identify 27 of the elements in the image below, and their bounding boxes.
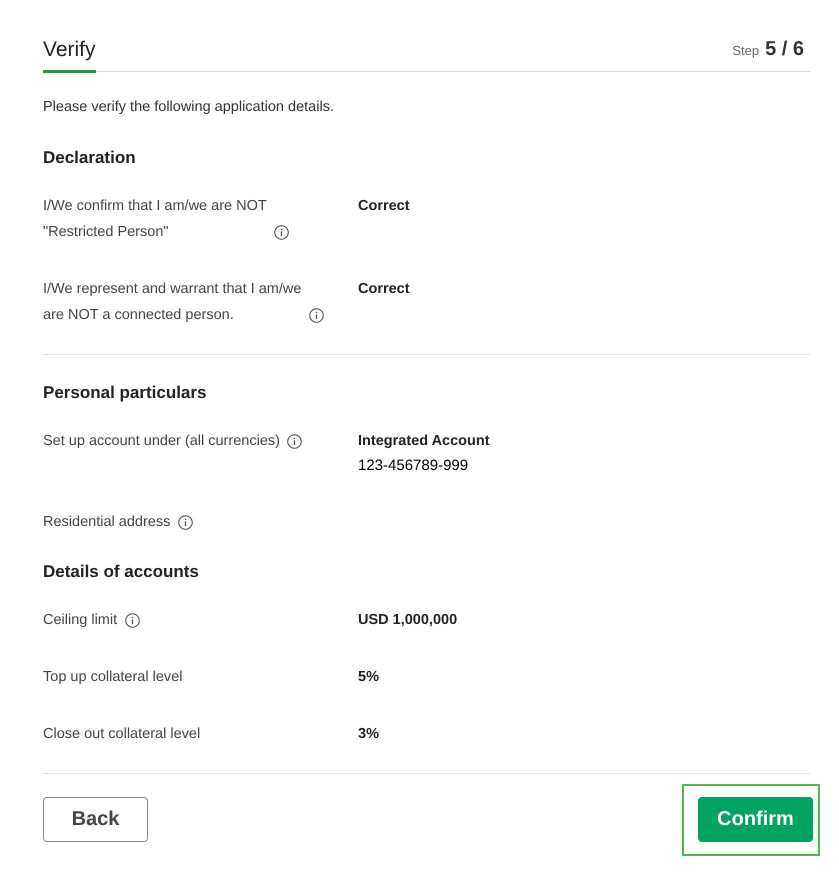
info-icon[interactable] <box>178 515 193 530</box>
info-icon[interactable] <box>274 225 289 240</box>
section-heading: Personal particulars <box>43 382 208 404</box>
field-value: USD 1,000,000 <box>358 611 458 630</box>
field-label: Close out collateral level <box>43 725 201 744</box>
info-icon[interactable] <box>287 434 302 449</box>
intro-text: Please verify the following application details. <box>43 98 335 117</box>
field-label: Top up collateral level <box>43 668 183 687</box>
field-value: Integrated Account <box>358 432 491 451</box>
field-label: I/We confirm that I am/we are NOT "Restricted Person" <box>43 197 267 242</box>
field-value: Correct <box>358 280 411 299</box>
field-value: 5% <box>358 668 380 687</box>
field-label: Residential address <box>43 513 171 532</box>
field-value: 3% <box>358 725 380 744</box>
account-number: 123-456789-999 <box>358 456 470 476</box>
field-label: Ceiling limit <box>43 611 118 630</box>
info-icon[interactable] <box>309 308 324 323</box>
field-label: I/We represent and warrant that I am/we are NOT a connected person. <box>43 280 302 325</box>
section-heading: Details of accounts <box>43 561 200 583</box>
section-heading: Declaration <box>43 147 137 169</box>
step-counter: 5 / 6 <box>765 38 804 61</box>
field-label: Set up account under (all currencies) <box>43 432 280 451</box>
info-icon[interactable] <box>125 613 140 628</box>
back-button[interactable]: Back <box>43 797 148 842</box>
step-label: Step <box>732 43 760 58</box>
field-value: Correct <box>358 197 411 216</box>
page-title: Verify <box>43 36 96 73</box>
